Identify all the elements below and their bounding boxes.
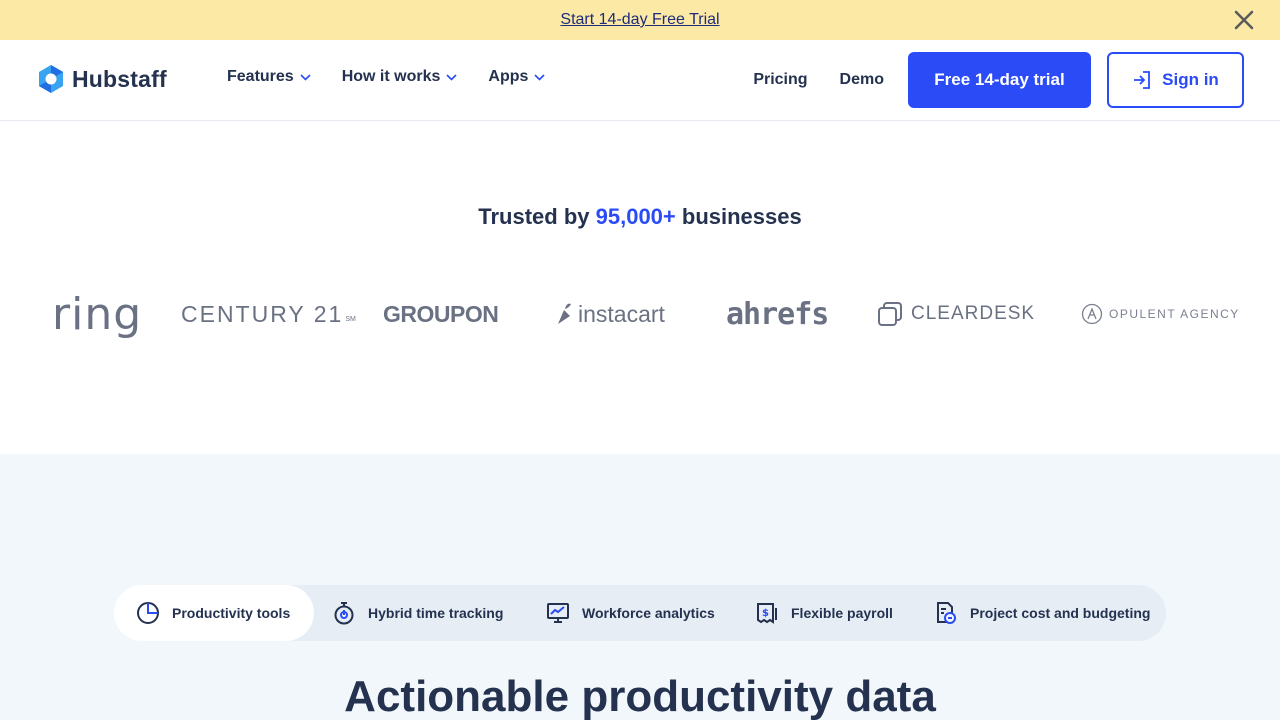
chevron-down-icon [300,73,311,81]
sign-in-label: Sign in [1162,70,1219,89]
nav-features-label: Features [227,68,294,85]
nav-how-it-works-label: How it works [341,68,441,85]
nav-features[interactable]: Features [227,68,311,86]
tab-flexible-payroll[interactable]: $ Flexible payroll [755,585,893,641]
chevron-down-icon [446,73,457,81]
pie-chart-icon [137,602,159,624]
trusted-suffix: businesses [675,204,802,229]
ring-logo: ring [52,284,142,344]
tab-workforce-analytics[interactable]: Workforce analytics [546,585,715,641]
hubstaff-logo-icon [39,65,63,93]
nav-how-it-works[interactable]: How it works [342,68,458,86]
tab-productivity-tools-label: Productivity tools [172,605,291,621]
cleardesk-logo: CLEARDESK [877,284,1035,344]
instacart-logo: instacart [554,284,665,344]
hubstaff-logo[interactable]: Hubstaff [36,64,167,94]
tab-hybrid-time-tracking[interactable]: Hybrid time tracking [332,585,503,641]
nav-apps-label: Apps [488,68,529,85]
feature-tabs: Productivity tools Hybrid time tracking … [114,585,1166,641]
tab-project-cost-budgeting-label: Project cost and budgeting [970,605,1151,621]
cleardesk-icon [878,302,902,326]
century21-logo-text: CENTURY 21 [181,300,344,327]
customer-logos: ring CENTURY 21 SM GROUPON instacart ahr… [0,284,1280,344]
tab-workforce-analytics-label: Workforce analytics [582,605,715,621]
trusted-prefix: Trusted by [478,204,596,229]
section-headline: Actionable productivity data [344,672,936,721]
century21-logo: CENTURY 21 SM [181,300,356,327]
ring-logo-text: ring [52,288,143,340]
main-nav: Features How it works Apps [227,68,545,86]
opulent-agency-logo: OPULENT AGENCY [1081,284,1240,344]
sign-in-button[interactable]: Sign in [1107,52,1244,108]
start-trial-link[interactable]: Start 14-day Free Trial [560,11,719,29]
logo-text: Hubstaff [72,65,167,92]
features-section: Productivity tools Hybrid time tracking … [0,454,1280,721]
site-header: Hubstaff Features How it works Apps Pric… [0,40,1280,121]
budget-icon [937,602,956,624]
pricing-link[interactable]: Pricing [753,71,807,89]
opulent-agency-logo-text: OPULENT AGENCY [1109,307,1240,321]
header-actions: Pricing Demo Free 14-day trial Sign in [753,52,1244,108]
close-icon[interactable] [1232,8,1256,32]
free-trial-button[interactable]: Free 14-day trial [908,52,1091,108]
tab-project-cost-budgeting[interactable]: Project cost and budgeting [934,585,1150,641]
demo-link[interactable]: Demo [840,71,884,89]
chevron-down-icon [534,73,545,81]
cleardesk-logo-text: CLEARDESK [911,303,1036,324]
promo-banner: Start 14-day Free Trial [0,0,1280,40]
payroll-icon: $ [757,603,777,624]
groupon-logo-text: GROUPON [383,300,499,327]
trusted-heading: Trusted by 95,000+ businesses [0,204,1280,230]
carrot-icon [558,303,571,324]
tab-flexible-payroll-label: Flexible payroll [791,605,893,621]
trusted-count: 95,000+ [595,204,676,229]
svg-text:$: $ [762,608,769,619]
ahrefs-logo-text: ahrefs [726,296,829,332]
nav-apps[interactable]: Apps [488,68,545,86]
instacart-logo-text: instacart [578,300,665,327]
sign-in-icon [1134,71,1151,89]
groupon-logo: GROUPON [383,284,499,344]
monitor-chart-icon [547,603,569,623]
stopwatch-icon [334,602,354,625]
opulent-icon [1081,303,1103,325]
tab-hybrid-time-tracking-label: Hybrid time tracking [368,605,504,621]
tab-productivity-tools[interactable]: Productivity tools [114,585,315,641]
ahrefs-logo: ahrefs [726,284,829,344]
